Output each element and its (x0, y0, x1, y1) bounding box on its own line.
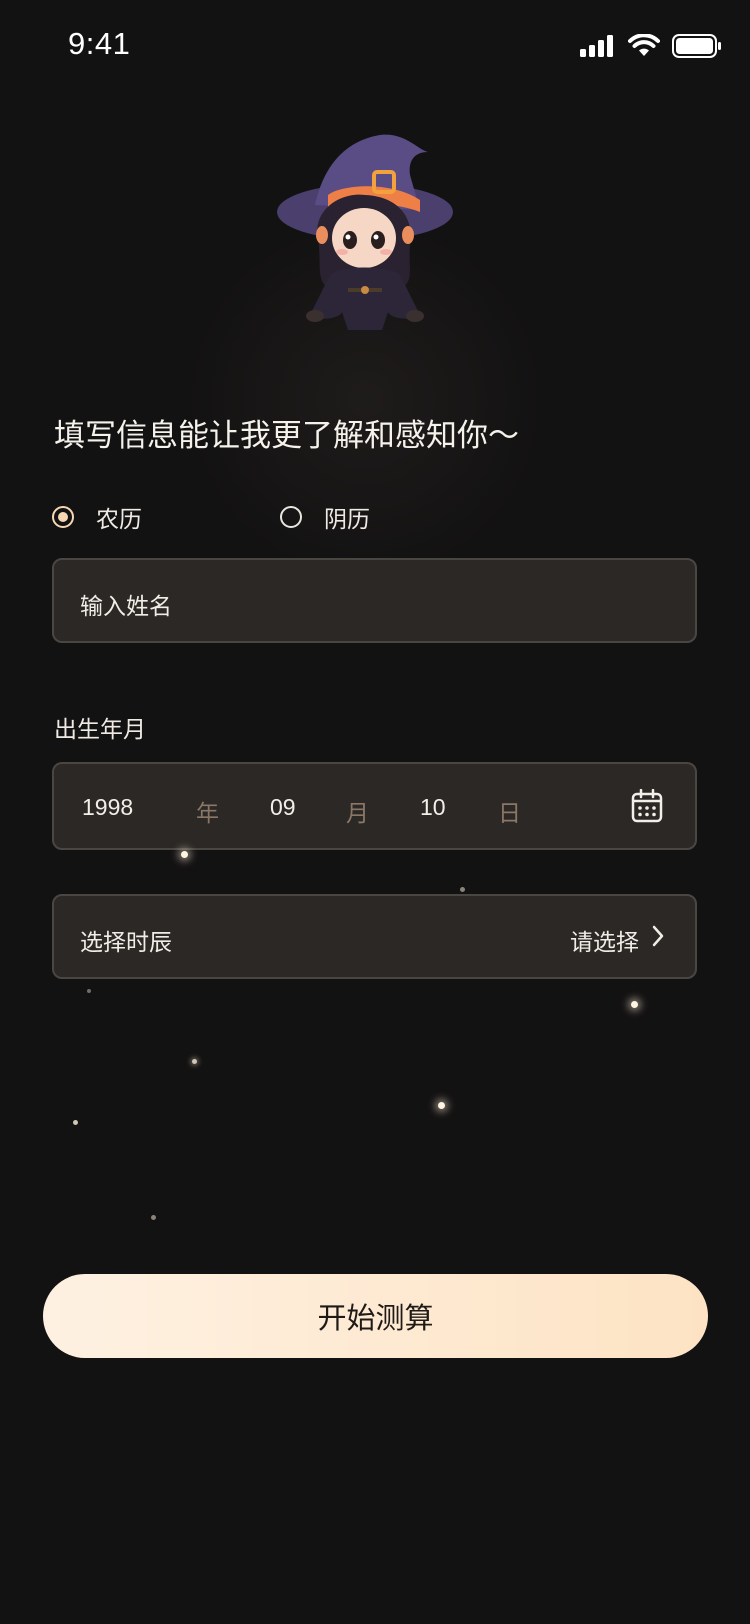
chevron-right-icon (652, 925, 664, 947)
start-calculation-button[interactable]: 开始测算 (43, 1274, 708, 1358)
status-bar: 9:41 (0, 0, 750, 92)
sparkle (181, 851, 188, 858)
birth-date-field[interactable]: 1998 年 09 月 10 日 (52, 762, 697, 850)
radio-lunar-label: 农历 (96, 507, 142, 533)
birth-day-value[interactable]: 10 (420, 794, 446, 821)
sparkle (192, 1059, 197, 1064)
birth-year-value[interactable]: 1998 (82, 794, 133, 821)
radio-yin-label: 阴历 (324, 507, 370, 533)
birth-year-unit: 年 (196, 801, 219, 827)
birth-month-value[interactable]: 09 (270, 794, 296, 821)
birth-month-unit: 月 (346, 801, 369, 827)
calendar-icon[interactable] (631, 789, 663, 823)
start-calculation-label: 开始测算 (317, 1301, 434, 1335)
sparkle (73, 1120, 78, 1125)
hour-select-field[interactable]: 选择时辰 请选择 (52, 894, 697, 979)
headline: 填写信息能让我更了解和感知你～ (54, 418, 519, 454)
name-field-placeholder: 输入姓名 (80, 594, 172, 620)
sparkle (460, 887, 465, 892)
signal-icon (580, 35, 613, 57)
sparkle (87, 989, 91, 993)
calendar-type-radio-group: 农历 阴历 (52, 500, 692, 540)
name-field[interactable]: 输入姓名 (52, 558, 697, 643)
radio-yin-indicator[interactable] (280, 506, 302, 528)
witch-mascot (277, 134, 453, 330)
status-icons (580, 34, 722, 58)
birth-date-label: 出生年月 (54, 717, 146, 743)
radio-yin[interactable]: 阴历 (280, 500, 370, 534)
hour-select-label: 选择时辰 (80, 930, 172, 956)
hour-select-value: 请选择 (570, 930, 639, 956)
sparkle (438, 1102, 445, 1109)
sparkle (151, 1215, 156, 1220)
radio-lunar[interactable]: 农历 (52, 500, 142, 534)
wifi-icon (628, 34, 660, 56)
status-time: 9:41 (68, 26, 131, 61)
sparkle (631, 1001, 638, 1008)
radio-lunar-indicator[interactable] (52, 506, 74, 528)
birth-day-unit: 日 (498, 801, 521, 827)
battery-icon (672, 34, 721, 58)
